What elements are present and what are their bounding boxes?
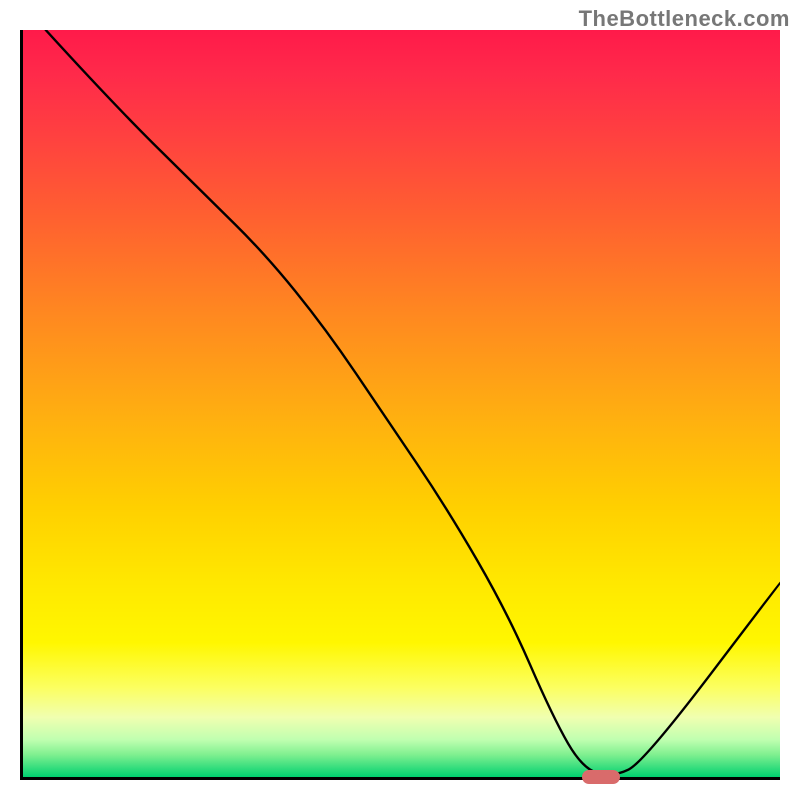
bottleneck-curve-line — [46, 30, 780, 775]
chart-curve-svg — [23, 30, 780, 777]
watermark-text: TheBottleneck.com — [579, 6, 790, 32]
optimal-point-marker — [582, 770, 620, 784]
chart-plot-area — [20, 30, 780, 780]
